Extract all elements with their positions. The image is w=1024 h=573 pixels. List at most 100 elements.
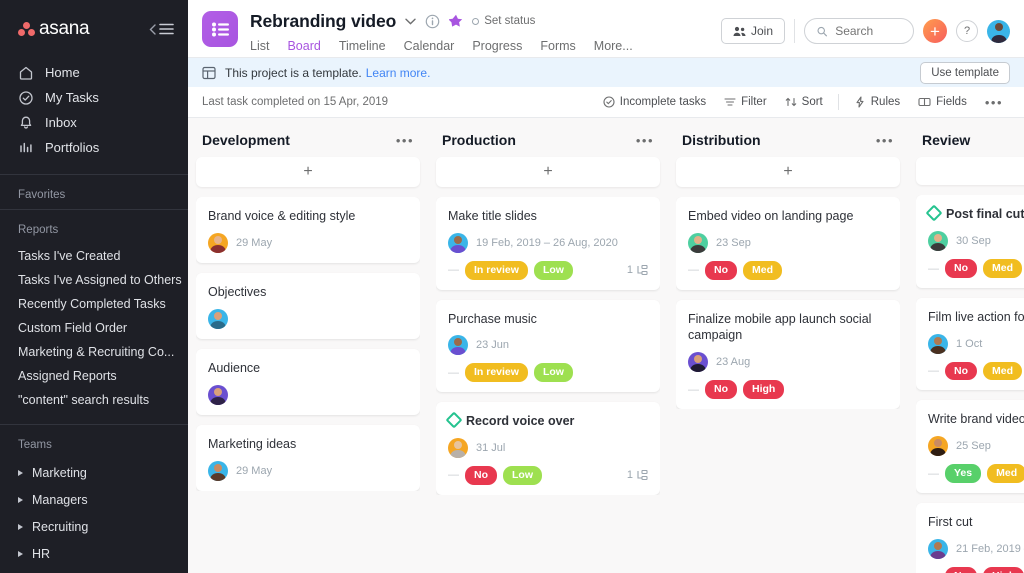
template-banner: This project is a template. Learn more. …: [188, 57, 1024, 87]
avatar[interactable]: [928, 333, 948, 354]
avatar[interactable]: [688, 352, 708, 373]
status-badge[interactable]: No: [945, 259, 977, 278]
task-card[interactable]: Post final cut on 30 Sep — No Med: [916, 195, 1024, 288]
sidebar-report-tasks-ive-created[interactable]: Tasks I've Created: [0, 244, 188, 268]
card-due-date: 29 May: [236, 464, 273, 477]
column-menu-button[interactable]: •••: [636, 134, 654, 147]
add-card-button[interactable]: +: [676, 157, 900, 187]
avatar[interactable]: [208, 232, 228, 253]
priority-badge[interactable]: High: [983, 566, 1024, 573]
avatar[interactable]: [928, 436, 948, 457]
help-button[interactable]: ?: [956, 20, 978, 42]
join-button[interactable]: Join: [720, 18, 785, 44]
info-circle-icon[interactable]: [425, 14, 440, 29]
sidebar-team-hr[interactable]: HR: [0, 540, 188, 567]
sidebar-report-content-search-results[interactable]: "content" search results: [0, 388, 188, 412]
status-badge[interactable]: Yes: [945, 464, 982, 483]
sort-button[interactable]: Sort: [778, 92, 830, 112]
status-badge[interactable]: No: [705, 380, 737, 399]
sidebar-item-inbox[interactable]: Inbox: [0, 110, 188, 135]
status-badge[interactable]: No: [465, 466, 497, 485]
status-badge[interactable]: No: [945, 361, 977, 381]
status-badge[interactable]: No: [945, 566, 977, 573]
filter-button[interactable]: Filter: [717, 92, 774, 112]
add-card-button[interactable]: +: [916, 157, 1024, 186]
chevron-down-icon[interactable]: [405, 18, 416, 25]
card-due-date: 25 Sep: [956, 440, 991, 453]
status-badge[interactable]: In review: [465, 260, 528, 280]
avatar[interactable]: [208, 308, 228, 329]
learn-more-link[interactable]: Learn more.: [366, 66, 431, 80]
card-list: Brand voice & editing style 29 May Objec…: [196, 197, 420, 491]
task-card[interactable]: Record voice over 31 Jul — No Low 1: [436, 402, 660, 495]
card-tags: — Yes Med: [928, 464, 1024, 483]
task-card[interactable]: First cut 21 Feb, 2019 – 25 2020 — No Hi…: [916, 503, 1024, 573]
avatar[interactable]: [448, 335, 468, 356]
sidebar-team-managers[interactable]: Managers: [0, 486, 188, 513]
use-template-button[interactable]: Use template: [920, 61, 1010, 84]
status-badge[interactable]: In review: [465, 363, 528, 383]
card-title: Audience: [208, 360, 261, 375]
task-card[interactable]: Objectives: [196, 272, 420, 339]
sidebar-report-custom-field-order[interactable]: Custom Field Order: [0, 316, 188, 340]
sidebar-team-label: Recruiting: [32, 519, 89, 534]
search-box[interactable]: [804, 18, 914, 44]
avatar[interactable]: [688, 232, 708, 253]
avatar[interactable]: [448, 438, 468, 458]
priority-badge[interactable]: Low: [533, 260, 573, 280]
task-card[interactable]: Make title slides 19 Feb, 2019 – 26 Aug,…: [436, 197, 660, 290]
status-badge[interactable]: No: [705, 260, 737, 280]
search-input[interactable]: [835, 24, 901, 38]
sidebar-team-recruiting[interactable]: Recruiting: [0, 513, 188, 540]
collapse-menu-icon[interactable]: [149, 23, 174, 35]
priority-badge[interactable]: Med: [983, 361, 1022, 381]
quick-add-button[interactable]: +: [923, 19, 947, 43]
asana-logo[interactable]: asana: [18, 18, 90, 40]
avatar[interactable]: [208, 460, 228, 481]
more-options-button[interactable]: •••: [978, 92, 1010, 113]
incomplete-tasks-button[interactable]: Incomplete tasks: [596, 92, 713, 112]
priority-badge[interactable]: Low: [503, 466, 542, 485]
sidebar-report-marketing-recruiting[interactable]: Marketing & Recruiting Co...: [0, 340, 188, 364]
card-meta: 25 Sep: [928, 436, 1024, 457]
rules-button[interactable]: Rules: [847, 92, 907, 112]
task-card[interactable]: Marketing ideas 29 May: [196, 424, 420, 491]
avatar[interactable]: [928, 538, 948, 559]
add-card-button[interactable]: +: [196, 157, 420, 187]
sidebar-item-portfolios[interactable]: Portfolios: [0, 135, 188, 160]
task-card[interactable]: Purchase music 23 Jun — In review Low: [436, 299, 660, 393]
card-meta: 1 Oct: [928, 333, 1024, 354]
priority-badge[interactable]: High: [743, 380, 785, 399]
task-card[interactable]: Finalize mobile app launch social campai…: [676, 299, 900, 409]
sidebar-report-tasks-assigned-to-others[interactable]: Tasks I've Assigned to Others: [0, 268, 188, 292]
column-menu-button[interactable]: •••: [396, 134, 414, 147]
column-menu-button[interactable]: •••: [876, 134, 894, 147]
sidebar-item-my-tasks[interactable]: My Tasks: [0, 85, 188, 110]
priority-badge[interactable]: Low: [533, 363, 573, 383]
set-status-button[interactable]: Set status: [472, 15, 535, 27]
task-card[interactable]: Film live action foota 1 Oct — No Med: [916, 297, 1024, 391]
sidebar-team-marketing[interactable]: Marketing: [0, 459, 188, 486]
tag-dash: —: [448, 366, 459, 379]
task-card[interactable]: Embed video on landing page 23 Sep — No …: [676, 197, 900, 290]
avatar[interactable]: [208, 384, 228, 405]
fields-button[interactable]: Fields: [911, 92, 974, 112]
avatar[interactable]: [928, 231, 948, 252]
sidebar-item-home[interactable]: Home: [0, 60, 188, 85]
add-card-button[interactable]: +: [436, 157, 660, 187]
priority-badge[interactable]: Med: [987, 464, 1024, 483]
last-task-completed-text: Last task completed on 15 Apr, 2019: [202, 96, 389, 108]
card-list: Embed video on landing page 23 Sep — No …: [676, 197, 900, 409]
task-card[interactable]: Audience: [196, 348, 420, 415]
fields-label: Fields: [936, 96, 967, 108]
avatar[interactable]: [448, 232, 468, 253]
sidebar-report-recently-completed-tasks[interactable]: Recently Completed Tasks: [0, 292, 188, 316]
card-meta: [208, 384, 408, 405]
sidebar-report-assigned-reports[interactable]: Assigned Reports: [0, 364, 188, 388]
avatar[interactable]: [987, 19, 1010, 43]
task-card[interactable]: Brand voice & editing style 29 May: [196, 197, 420, 263]
task-card[interactable]: Write brand video sc 25 Sep — Yes Med: [916, 400, 1024, 493]
star-icon[interactable]: [449, 14, 463, 28]
priority-badge[interactable]: Med: [743, 260, 782, 280]
priority-badge[interactable]: Med: [983, 259, 1022, 278]
